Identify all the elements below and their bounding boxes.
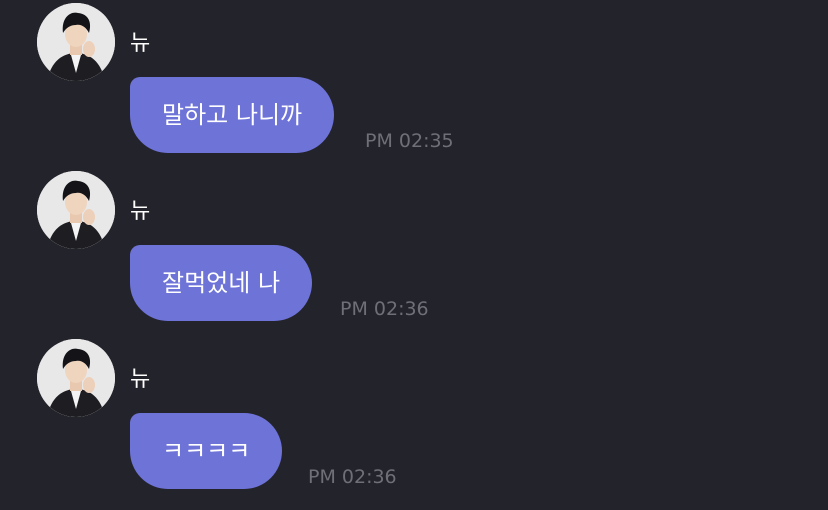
chat-message: 뉴 말하고 나니까 PM 02:35 — [0, 0, 828, 160]
sender-name: 뉴 — [130, 367, 151, 392]
avatar[interactable] — [37, 3, 115, 81]
message-bubble[interactable]: ㅋㅋㅋㅋ — [130, 413, 283, 489]
message-timestamp: PM 02:35 — [365, 130, 454, 152]
message-bubble[interactable]: 말하고 나니까 — [130, 77, 335, 153]
message-bubble[interactable]: 잘먹었네 나 — [130, 245, 313, 321]
chat-message-list[interactable]: 뉴 말하고 나니까 PM 02:35 뉴 잘먹었네 나 PM 02:36 뉴 ㅋ… — [0, 0, 828, 510]
sender-name: 뉴 — [130, 199, 151, 224]
profile-photo — [37, 339, 115, 417]
profile-photo — [37, 171, 115, 249]
chat-message: 뉴 잘먹었네 나 PM 02:36 — [0, 168, 828, 328]
avatar[interactable] — [37, 171, 115, 249]
profile-photo — [37, 3, 115, 81]
avatar[interactable] — [37, 339, 115, 417]
chat-message: 뉴 ㅋㅋㅋㅋ PM 02:36 — [0, 336, 828, 496]
message-timestamp: PM 02:36 — [340, 298, 429, 320]
sender-name: 뉴 — [130, 31, 151, 56]
message-timestamp: PM 02:36 — [308, 466, 397, 488]
